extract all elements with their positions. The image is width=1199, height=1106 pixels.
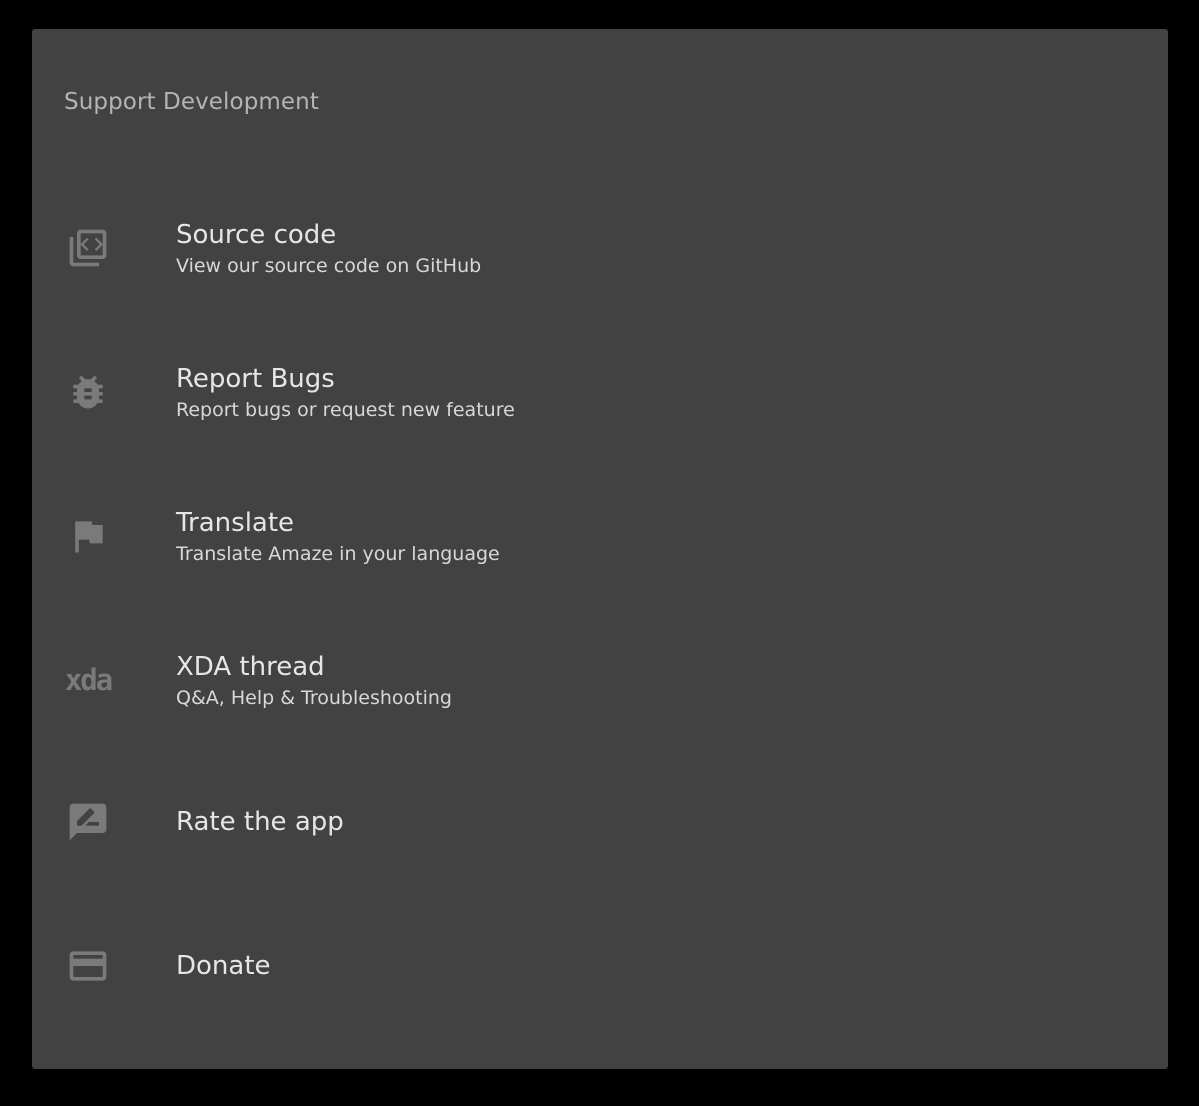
pref-xda-thread[interactable]: xda XDA thread Q&A, Help & Troubleshooti… [32,608,1168,752]
pref-summary: Report bugs or request new feature [176,399,515,421]
section-title: Support Development [64,89,319,115]
pref-summary: View our source code on GitHub [176,255,482,277]
flag-icon [65,513,111,559]
pref-translate[interactable]: Translate Translate Amaze in your langua… [32,464,1168,608]
pref-summary: Translate Amaze in your language [176,543,500,565]
pref-title: Donate [176,951,271,981]
bug-icon [65,369,111,415]
pref-rate-app[interactable]: Rate the app [32,750,1168,894]
rate-review-icon [65,799,111,845]
pref-title: Translate [176,508,295,538]
pref-title: Source code [176,220,337,250]
xda-icon: xda [64,657,113,703]
pref-title: Report Bugs [176,364,335,394]
pref-summary: Q&A, Help & Troubleshooting [176,687,452,709]
credit-card-icon [65,943,111,989]
pref-source-code[interactable]: Source code View our source code on GitH… [32,176,1168,320]
pref-title: Rate the app [176,807,344,837]
preferences-card: Support Development Source code View our… [32,29,1168,1069]
pref-title: XDA thread [176,652,325,682]
pref-donate[interactable]: Donate [32,894,1168,1038]
source-code-icon [65,225,111,271]
pref-report-bugs[interactable]: Report Bugs Report bugs or request new f… [32,320,1168,464]
xda-icon-text: xda [64,662,113,697]
